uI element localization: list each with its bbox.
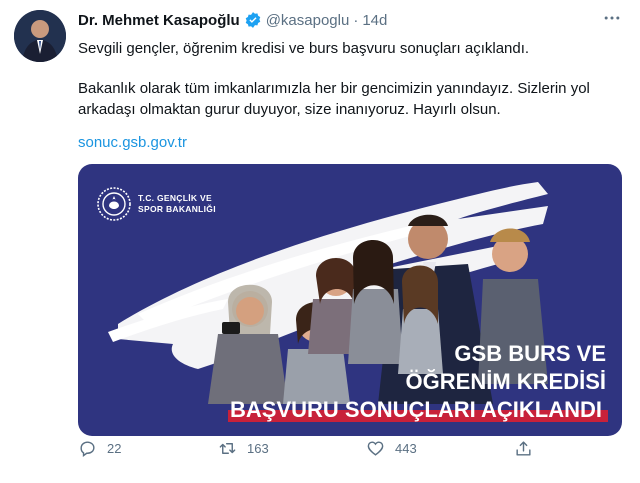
verified-badge-icon (245, 12, 260, 28)
share-icon (516, 440, 531, 456)
like-button[interactable]: 443 (366, 439, 417, 458)
headline-line-3: BAŞVURU SONUÇLARI AÇIKLANDI (230, 397, 602, 422)
author-avatar[interactable] (14, 10, 66, 62)
tweet-text-paragraph-2: Bakanlık olarak tüm imkanlarımızla her b… (78, 80, 590, 118)
reply-count: 22 (107, 440, 122, 456)
ministry-name-line-2: SPOR BAKANLIĞI (138, 204, 216, 214)
like-count: 443 (395, 440, 417, 456)
media-headline: GSB BURS VE ÖĞRENİM KREDİSİ BAŞVURU SONU… (226, 340, 606, 424)
ministry-emblem-icon (97, 187, 131, 221)
separator-dot: · (353, 11, 359, 29)
headline-line-1: GSB BURS VE (454, 341, 606, 366)
share-button[interactable] (514, 439, 533, 458)
heart-icon (367, 440, 384, 456)
tweet-link[interactable]: sonuc.gsb.gov.tr (78, 134, 187, 151)
tweet-timestamp[interactable]: 14d (362, 12, 387, 29)
tweet-header: Dr. Mehmet Kasapoğlu @kasapoglu · 14d (78, 11, 387, 29)
retweet-icon (219, 442, 236, 454)
more-horizontal-icon (604, 16, 620, 20)
reply-button[interactable]: 22 (78, 439, 121, 458)
tweet-text-paragraph-1: Sevgili gençler, öğrenim kredisi ve burs… (78, 40, 530, 57)
author-name[interactable]: Dr. Mehmet Kasapoğlu (78, 12, 240, 29)
author-handle[interactable]: @kasapoglu (266, 12, 350, 29)
retweet-button[interactable]: 163 (218, 439, 269, 458)
reply-icon (80, 440, 95, 457)
ministry-name-line-1: T.C. GENÇLİK VE (138, 193, 212, 203)
avatar-portrait (14, 10, 66, 62)
retweet-count: 163 (247, 440, 269, 456)
more-options-button[interactable] (602, 8, 622, 33)
headline-line-2: ÖĞRENİM KREDİSİ (405, 369, 606, 394)
tweet-media-image[interactable]: T.C. GENÇLİK VE SPOR BAKANLIĞI GSB BURS … (78, 164, 622, 436)
ministry-logo-block: T.C. GENÇLİK VE SPOR BAKANLIĞI (96, 186, 216, 222)
